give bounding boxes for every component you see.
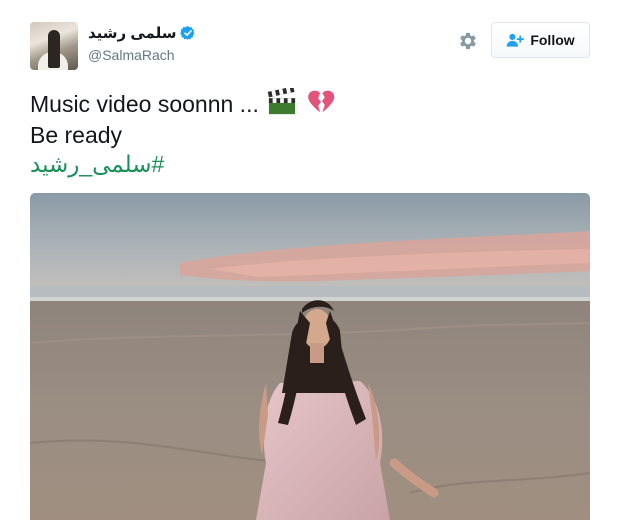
follow-button-label: Follow [530, 32, 575, 48]
hashtag-link[interactable]: #سلمى_رشيد [30, 151, 164, 178]
user-names: سلمى رشيد @SalmaRach [88, 24, 196, 63]
clapper-board-emoji [268, 88, 296, 115]
tweet-text: Music video soonnn ... Be ready [30, 88, 590, 151]
follow-button[interactable]: Follow [491, 22, 590, 58]
user-handle[interactable]: @SalmaRach [88, 47, 196, 63]
avatar[interactable] [30, 22, 78, 70]
display-name-row[interactable]: سلمى رشيد [88, 24, 196, 42]
tweet-header: سلمى رشيد @SalmaRach Follow [30, 20, 590, 72]
gear-icon[interactable] [457, 30, 479, 52]
hashtag-text: #سلمى_رشيد [30, 151, 165, 177]
add-user-icon [507, 33, 525, 47]
tweet-line-1: Music video soonnn ... [30, 88, 590, 120]
tweet-photo[interactable] [30, 193, 590, 520]
verified-badge-icon [180, 26, 195, 40]
tweet-line-1-text: Music video soonnn ... [30, 91, 259, 117]
display-name[interactable]: سلمى رشيد [88, 24, 176, 42]
broken-heart-emoji [307, 90, 334, 113]
beach-photo [30, 193, 590, 520]
tweet-line-2: Be ready [30, 122, 123, 148]
